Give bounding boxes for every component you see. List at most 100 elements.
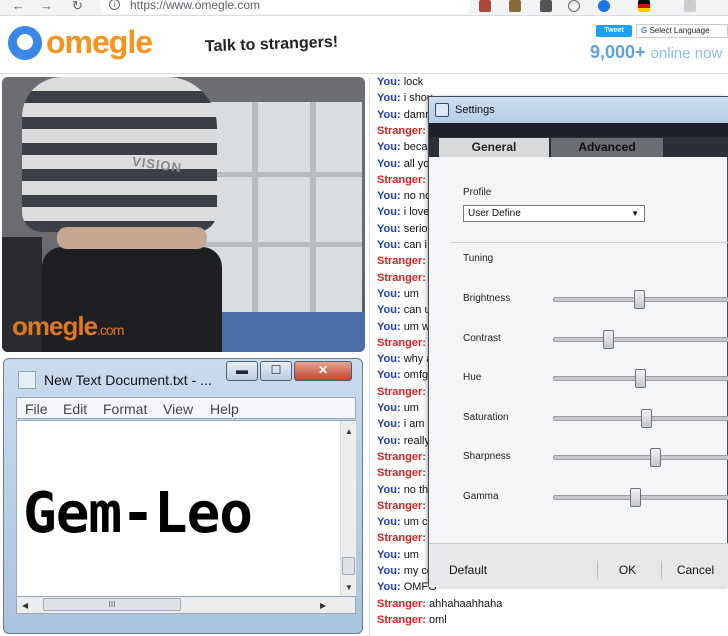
- chat-message: You: um ca: [377, 515, 434, 529]
- zoom-icon[interactable]: [568, 0, 580, 12]
- scroll-left-icon[interactable]: ◀: [22, 601, 28, 610]
- slider-thumb[interactable]: [603, 329, 614, 349]
- maximize-button[interactable]: ☐: [260, 361, 292, 381]
- chat-message: Stranger: oml: [377, 613, 447, 627]
- chat-sender-you: You:: [377, 483, 401, 496]
- slider-gamma[interactable]: [553, 487, 728, 507]
- chat-message: You: lock: [377, 75, 423, 89]
- url-text[interactable]: https://www.omegle.com: [130, 0, 260, 12]
- star-icon[interactable]: [598, 0, 610, 12]
- settings-titlebar[interactable]: Settings: [429, 97, 728, 123]
- chat-message-text: oml: [428, 613, 447, 626]
- chat-message: You: damn: [377, 108, 431, 122]
- extension-icon[interactable]: [479, 0, 491, 12]
- vertical-scrollbar[interactable]: ▲ ▼: [340, 421, 356, 596]
- slider-sharpness[interactable]: [553, 448, 728, 467]
- chat-message-text: i love: [403, 206, 430, 219]
- online-count: 9,000+ online now: [590, 42, 722, 63]
- chat-sender-you: You:: [377, 141, 401, 154]
- menu-view[interactable]: View: [163, 401, 193, 417]
- minimize-button[interactable]: ▬: [226, 361, 258, 381]
- chat-sender-stranger: Stranger:: [377, 450, 426, 463]
- back-icon[interactable]: ←: [12, 0, 25, 12]
- video-person-shirt: [22, 77, 217, 232]
- chat-message: Stranger: a: [377, 173, 435, 187]
- notepad-text-area[interactable]: Gem-Leo ▲ ▼: [16, 420, 356, 597]
- horizontal-scrollbar[interactable]: ◀ III ▶: [16, 597, 356, 614]
- slider-thumb[interactable]: [635, 369, 646, 388]
- slider-brightness[interactable]: [553, 290, 728, 309]
- video-bed: [202, 312, 365, 352]
- slider-thumb[interactable]: [634, 290, 645, 309]
- default-button[interactable]: Default: [437, 561, 497, 579]
- tagline: Talk to strangers!: [204, 33, 339, 56]
- menu-file[interactable]: File: [25, 401, 48, 417]
- site-info-icon[interactable]: i: [109, 0, 120, 10]
- chat-message: Stranger: h: [377, 499, 435, 513]
- slider-saturation[interactable]: [553, 408, 728, 428]
- menu-help[interactable]: Help: [210, 401, 239, 417]
- chevron-down-icon[interactable]: ▼: [631, 206, 639, 221]
- notepad-menu-bar: File Edit Format View Help: [16, 397, 356, 419]
- chat-message: Stranger: s: [377, 466, 434, 480]
- chat-message: You: omfg: [377, 368, 428, 382]
- chat-sender-you: You:: [377, 92, 401, 105]
- extension-icon[interactable]: [509, 0, 521, 12]
- slider-thumb[interactable]: [630, 487, 641, 507]
- horizontal-scroll-thumb[interactable]: III: [43, 598, 181, 611]
- chat-sender-you: You:: [377, 516, 401, 529]
- chat-message: You: i shou: [377, 91, 433, 105]
- chat-sender-you: You:: [377, 353, 401, 366]
- chat-sender-you: You:: [377, 320, 401, 333]
- chat-message: You: um: [377, 401, 419, 415]
- chat-sender-you: You:: [377, 369, 401, 382]
- settings-dialog[interactable]: Settings General Advanced Profile User D…: [428, 96, 728, 587]
- chat-message: You: no no: [377, 189, 431, 203]
- chat-message-text: omfg: [403, 369, 429, 382]
- notepad-content[interactable]: Gem-Leo: [23, 481, 253, 546]
- chat-sender-stranger: Stranger:: [377, 532, 426, 545]
- watermark-suffix: .com: [97, 322, 124, 338]
- omegle-logo-text[interactable]: omegle: [46, 24, 153, 61]
- address-bar[interactable]: i https://www.omegle.com: [100, 0, 470, 14]
- notepad-window[interactable]: New Text Document.txt - ... ▬ ☐ ✕ File E…: [3, 358, 363, 634]
- slider-label-sharpness: Sharpness: [463, 451, 511, 462]
- menu-edit[interactable]: Edit: [63, 401, 87, 417]
- chat-sender-stranger: Stranger:: [377, 385, 426, 398]
- slider-thumb[interactable]: [650, 448, 661, 467]
- menu-format[interactable]: Format: [103, 401, 147, 417]
- slider-hue[interactable]: [553, 369, 728, 388]
- screen: ← → ↻ i https://www.omegle.com omegle Ta…: [0, 0, 728, 636]
- vertical-scroll-thumb[interactable]: [342, 557, 355, 575]
- chat-message: You: seriou: [377, 222, 434, 236]
- tweet-button[interactable]: Tweet: [596, 25, 632, 37]
- scroll-down-icon[interactable]: ▼: [345, 583, 353, 592]
- chat-sender-stranger: Stranger:: [377, 271, 426, 284]
- tab-advanced[interactable]: Advanced: [551, 138, 663, 157]
- select-language-button[interactable]: G Select Language: [636, 24, 728, 38]
- chat-message: You: i am li: [377, 417, 432, 431]
- slider-contrast[interactable]: [553, 329, 728, 349]
- cancel-button[interactable]: Cancel: [661, 561, 728, 579]
- scroll-right-icon[interactable]: ▶: [320, 601, 326, 610]
- extension-icon[interactable]: [684, 0, 696, 12]
- profile-select[interactable]: User Define ▼: [463, 205, 645, 222]
- chat-sender-stranger: Stranger:: [377, 467, 426, 480]
- forward-icon[interactable]: →: [40, 0, 53, 12]
- video-room-window: [202, 102, 362, 327]
- reload-icon[interactable]: ↻: [72, 0, 83, 12]
- slider-label-brightness: Brightness: [463, 293, 511, 304]
- chat-message: You: why a: [377, 352, 432, 366]
- chat-sender-you: You:: [377, 418, 401, 431]
- close-button[interactable]: ✕: [294, 361, 352, 381]
- omegle-logo-icon[interactable]: [8, 26, 42, 60]
- stranger-video: VISION omegle.com: [2, 77, 365, 352]
- chat-sender-you: You:: [377, 239, 401, 251]
- slider-thumb[interactable]: [641, 408, 652, 428]
- camera-icon[interactable]: [540, 0, 552, 12]
- ok-button[interactable]: OK: [597, 561, 657, 579]
- tab-general[interactable]: General: [439, 138, 549, 157]
- chat-message: Stranger: h: [377, 336, 435, 350]
- scroll-up-icon[interactable]: ▲: [345, 427, 353, 436]
- flag-icon[interactable]: [638, 0, 650, 12]
